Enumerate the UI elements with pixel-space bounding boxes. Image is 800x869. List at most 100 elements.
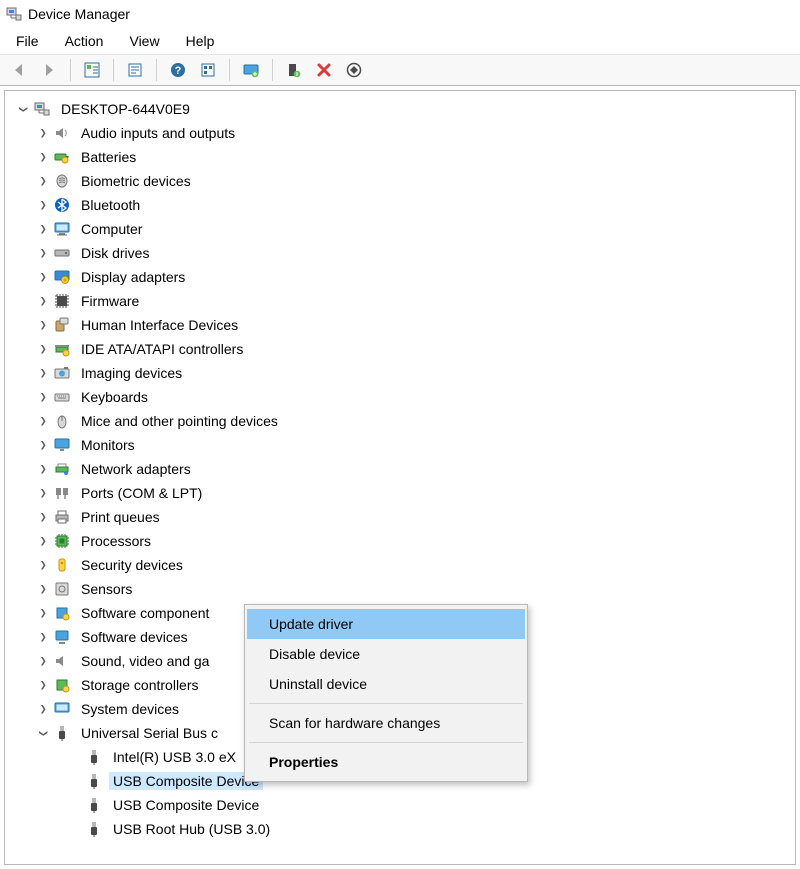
expand-toggle-icon[interactable]	[35, 248, 51, 259]
tree-device-label: USB Composite Device	[109, 772, 263, 790]
expand-toggle-icon[interactable]	[35, 464, 51, 475]
tree-category[interactable]: IDE ATA/ATAPI controllers	[5, 337, 795, 361]
menu-help[interactable]: Help	[174, 30, 227, 52]
ports-icon	[53, 484, 71, 502]
toolbar-update-driver-button[interactable]	[238, 57, 264, 83]
expand-toggle-icon[interactable]	[35, 344, 51, 355]
context-menu-update-driver[interactable]: Update driver	[247, 609, 525, 639]
toolbar-scan-button[interactable]	[195, 57, 221, 83]
usb-icon	[85, 748, 103, 766]
tree-category-label: Security devices	[77, 556, 187, 574]
tree-root[interactable]: DESKTOP-644V0E9	[5, 97, 795, 121]
tree-device[interactable]: USB Root Hub (USB 3.0)	[5, 817, 795, 841]
processor-icon	[53, 532, 71, 550]
tree-category[interactable]: Batteries	[5, 145, 795, 169]
expand-toggle-icon[interactable]	[35, 128, 51, 139]
expand-toggle-icon[interactable]	[35, 656, 51, 667]
tree-category[interactable]: Display adapters	[5, 265, 795, 289]
storage-icon	[53, 676, 71, 694]
tree-category[interactable]: Human Interface Devices	[5, 313, 795, 337]
tree-category-label: Human Interface Devices	[77, 316, 242, 334]
tree-category-label: Storage controllers	[77, 676, 203, 694]
tree-category[interactable]: Ports (COM & LPT)	[5, 481, 795, 505]
tree-category-label: Software devices	[77, 628, 192, 646]
expand-toggle-icon[interactable]	[35, 584, 51, 595]
toolbar-separator	[229, 59, 230, 81]
menu-view[interactable]: View	[117, 30, 171, 52]
tree-category[interactable]: Security devices	[5, 553, 795, 577]
keyboard-icon	[53, 388, 71, 406]
expand-toggle-icon[interactable]	[35, 488, 51, 499]
softcomp-icon	[53, 604, 71, 622]
tree-category[interactable]: Processors	[5, 529, 795, 553]
tree-category[interactable]: Disk drives	[5, 241, 795, 265]
expand-toggle-icon[interactable]	[35, 728, 51, 739]
tree-category-label: Firmware	[77, 292, 143, 310]
toolbar-help-button[interactable]	[165, 57, 191, 83]
tree-category-label: Bluetooth	[77, 196, 144, 214]
context-menu-properties[interactable]: Properties	[247, 747, 525, 777]
expand-toggle-icon[interactable]	[35, 368, 51, 379]
toolbar-disable-button[interactable]	[341, 57, 367, 83]
expand-toggle-icon[interactable]	[35, 176, 51, 187]
sensor-icon	[53, 580, 71, 598]
tree-category[interactable]: Imaging devices	[5, 361, 795, 385]
tree-device-label: Intel(R) USB 3.0 eX	[109, 748, 240, 766]
toolbar-separator	[156, 59, 157, 81]
expand-toggle-icon[interactable]	[35, 224, 51, 235]
monitor-icon	[53, 436, 71, 454]
expand-toggle-icon[interactable]	[15, 104, 31, 115]
tree-category-label: Biometric devices	[77, 172, 195, 190]
tree-category-label: Display adapters	[77, 268, 189, 286]
expand-toggle-icon[interactable]	[35, 512, 51, 523]
context-menu-uninstall-device[interactable]: Uninstall device	[247, 669, 525, 699]
expand-toggle-icon[interactable]	[35, 152, 51, 163]
expand-toggle-icon[interactable]	[35, 416, 51, 427]
expand-toggle-icon[interactable]	[35, 440, 51, 451]
ide-icon	[53, 340, 71, 358]
toolbar-uninstall-button[interactable]	[311, 57, 337, 83]
tree-category[interactable]: Audio inputs and outputs	[5, 121, 795, 145]
mouse-icon	[53, 412, 71, 430]
menu-action[interactable]: Action	[53, 30, 116, 52]
expand-toggle-icon[interactable]	[35, 560, 51, 571]
context-menu-disable-device[interactable]: Disable device	[247, 639, 525, 669]
expand-toggle-icon[interactable]	[35, 680, 51, 691]
tree-category[interactable]: Keyboards	[5, 385, 795, 409]
tree-category[interactable]: Print queues	[5, 505, 795, 529]
network-icon	[53, 460, 71, 478]
tree-category[interactable]: Sensors	[5, 577, 795, 601]
toolbar-separator	[70, 59, 71, 81]
expand-toggle-icon[interactable]	[35, 536, 51, 547]
context-menu-separator	[249, 742, 523, 743]
app-icon	[6, 6, 22, 22]
tree-device[interactable]: USB Composite Device	[5, 793, 795, 817]
menu-file[interactable]: File	[4, 30, 51, 52]
tree-category[interactable]: Computer	[5, 217, 795, 241]
expand-toggle-icon[interactable]	[35, 704, 51, 715]
expand-toggle-icon[interactable]	[35, 200, 51, 211]
tree-category-label: Sensors	[77, 580, 136, 598]
expand-toggle-icon[interactable]	[35, 296, 51, 307]
tree-category[interactable]: Firmware	[5, 289, 795, 313]
tree-category[interactable]: Biometric devices	[5, 169, 795, 193]
tree-category[interactable]: Monitors	[5, 433, 795, 457]
tree-category[interactable]: Network adapters	[5, 457, 795, 481]
toolbar-properties-button[interactable]	[122, 57, 148, 83]
tree-category-label: Computer	[77, 220, 146, 238]
tree-category-label: IDE ATA/ATAPI controllers	[77, 340, 247, 358]
expand-toggle-icon[interactable]	[35, 632, 51, 643]
tree-category-label: Monitors	[77, 436, 139, 454]
expand-toggle-icon[interactable]	[35, 608, 51, 619]
expand-toggle-icon[interactable]	[35, 392, 51, 403]
context-menu-scan[interactable]: Scan for hardware changes	[247, 708, 525, 738]
toolbar-forward-button[interactable]	[36, 57, 62, 83]
usb-icon	[85, 820, 103, 838]
expand-toggle-icon[interactable]	[35, 272, 51, 283]
toolbar-back-button[interactable]	[6, 57, 32, 83]
toolbar-show-hide-button[interactable]	[79, 57, 105, 83]
tree-category[interactable]: Mice and other pointing devices	[5, 409, 795, 433]
tree-category[interactable]: Bluetooth	[5, 193, 795, 217]
toolbar-enable-button[interactable]	[281, 57, 307, 83]
expand-toggle-icon[interactable]	[35, 320, 51, 331]
